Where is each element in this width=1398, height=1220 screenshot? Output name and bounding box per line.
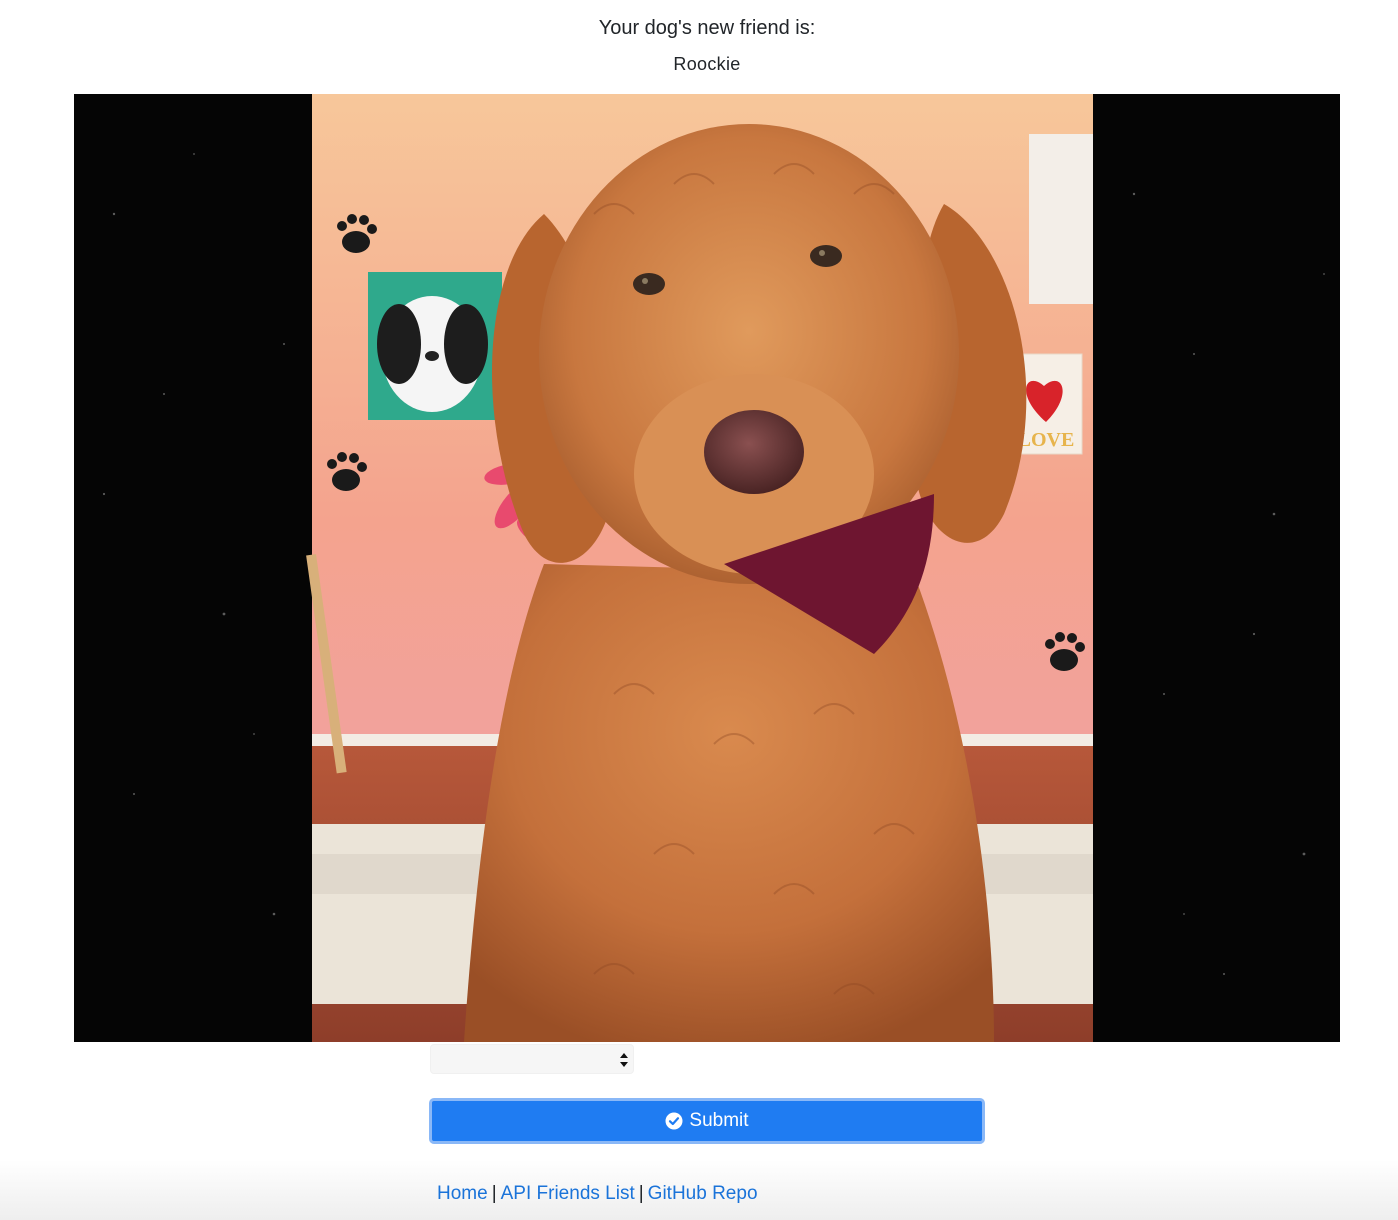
- check-circle-icon: [665, 1112, 683, 1130]
- footer-separator: |: [638, 1183, 644, 1204]
- footer-separator: |: [491, 1183, 497, 1204]
- friend-name: Roockie: [673, 54, 741, 74]
- friend-select[interactable]: [430, 1044, 634, 1074]
- select-arrows-icon: [620, 1053, 628, 1067]
- love-sign-text: LOVE: [1018, 429, 1075, 451]
- dog-photo: LOVE: [74, 94, 1340, 1042]
- footer-link-api-friends-list[interactable]: API Friends List: [501, 1183, 635, 1204]
- page: Your dog's new friend is: Roockie LOVE S…: [0, 0, 1398, 1220]
- submit-label: Submit: [689, 1110, 749, 1131]
- footer-link-github-repo[interactable]: GitHub Repo: [648, 1183, 758, 1204]
- page-title: Your dog's new friend is:: [598, 17, 816, 39]
- submit-button[interactable]: Submit: [429, 1098, 985, 1144]
- footer-link-home[interactable]: Home: [437, 1183, 488, 1204]
- footer-links: Home | API Friends List | GitHub Repo: [437, 1182, 758, 1206]
